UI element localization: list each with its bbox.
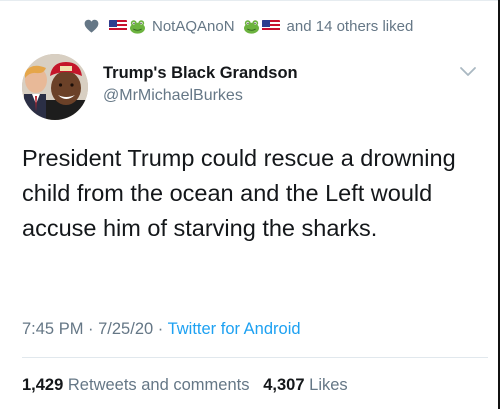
others-liked-text[interactable]: and 14 others liked: [287, 18, 414, 35]
author-handle[interactable]: @MrMichaelBurkes: [103, 87, 243, 105]
us-flag-icon: [261, 20, 280, 32]
social-context-row[interactable]: NotAQAnoN and 14 others liked: [84, 15, 413, 37]
avatar-photo: [22, 54, 88, 120]
author-display-name[interactable]: Trump's Black Grandson: [103, 64, 298, 83]
liked-by-name[interactable]: NotAQAnoN: [152, 18, 235, 35]
tweet-text: President Trump could rescue a drowning …: [22, 145, 456, 241]
chevron-down-icon[interactable]: [459, 66, 477, 78]
divider: [22, 357, 488, 358]
us-flag-icon: [109, 20, 127, 32]
frog-emoji-icon: [130, 19, 145, 34]
retweets-count: 1,429: [22, 376, 64, 394]
heart-icon: [84, 19, 99, 33]
frog-emoji-icon: [243, 19, 259, 34]
meta-separator: ·: [153, 320, 168, 338]
tweet-source-link[interactable]: Twitter for Android: [168, 320, 301, 338]
likes-count: 4,307: [263, 376, 305, 394]
likes-stat[interactable]: 4,307 Likes: [263, 376, 347, 394]
likes-label: Likes: [309, 376, 348, 394]
tweet-date[interactable]: 7/25/20: [98, 320, 153, 338]
tweet-meta: 7:45 PM · 7/25/20 · Twitter for Android: [22, 320, 301, 339]
tweet-time[interactable]: 7:45 PM: [22, 320, 83, 338]
avatar[interactable]: [22, 54, 88, 120]
top-border: [0, 0, 500, 1]
retweets-label: Retweets and comments: [67, 376, 250, 394]
meta-separator: ·: [83, 320, 99, 338]
retweets-stat[interactable]: 1,429 Retweets and comments: [22, 376, 249, 394]
tweet-stats: 1,429 Retweets and comments 4,307 Likes: [22, 376, 348, 395]
